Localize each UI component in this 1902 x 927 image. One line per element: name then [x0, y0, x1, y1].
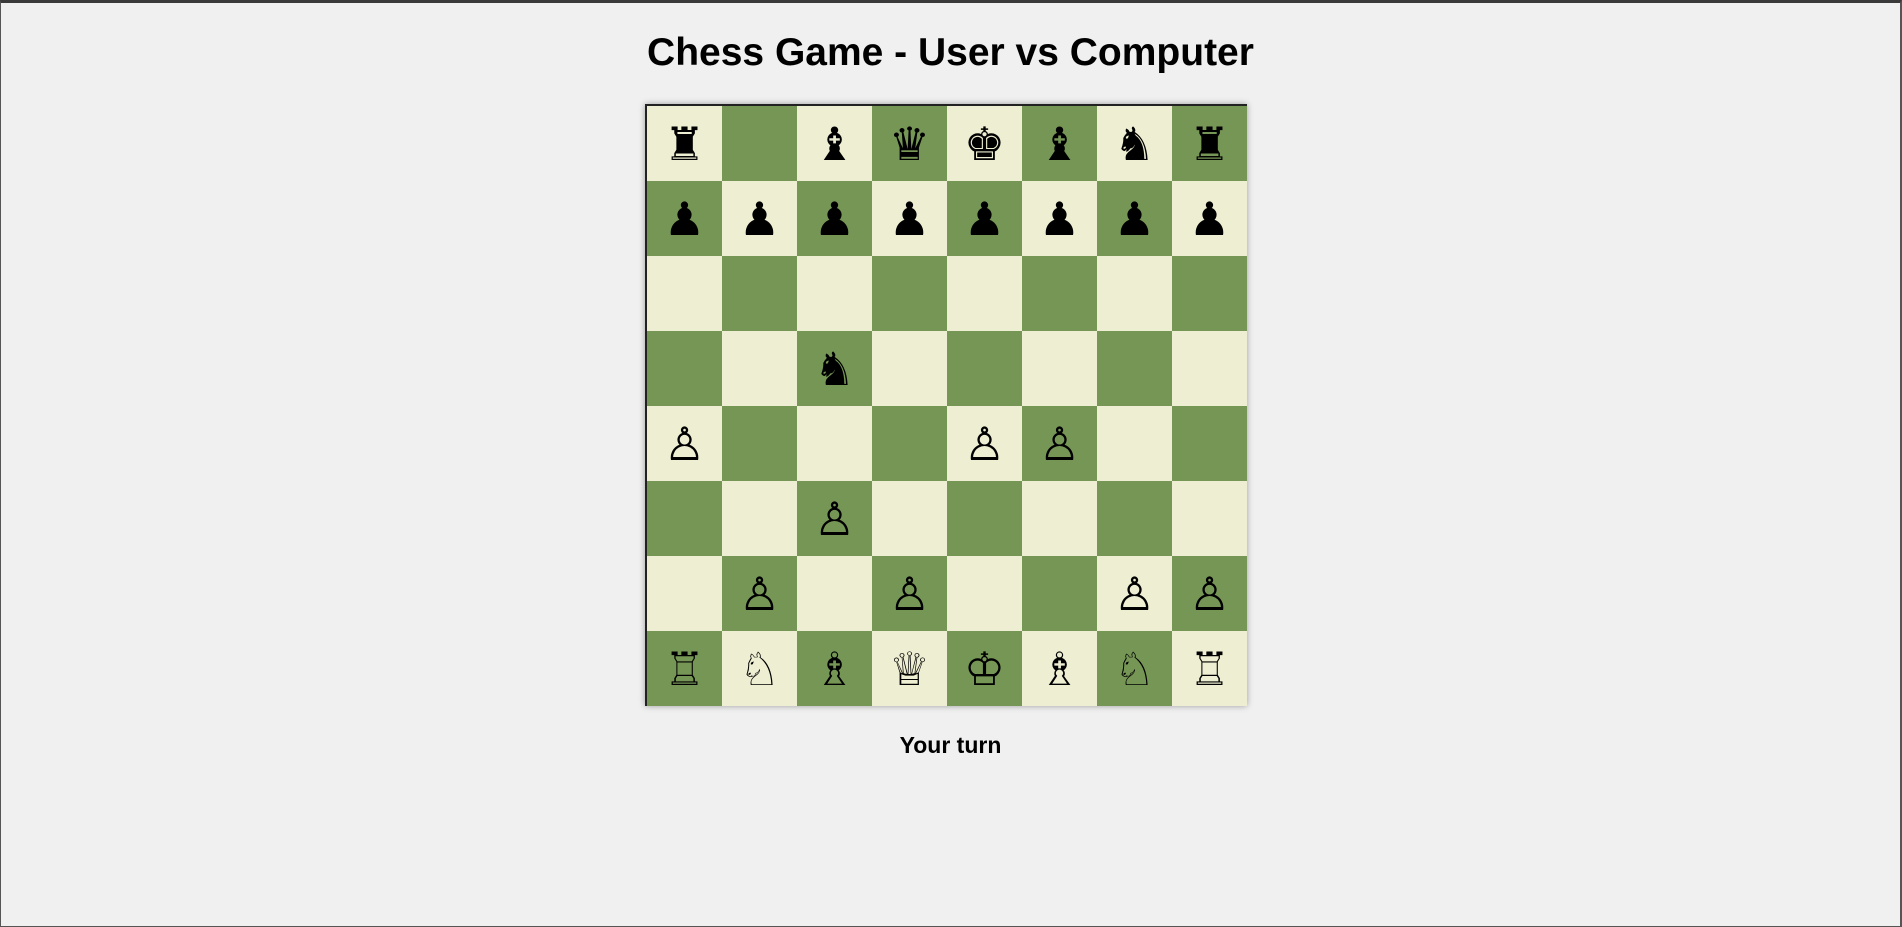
square-b5[interactable] — [722, 331, 797, 406]
square-a1-white-rook-icon[interactable]: ♖ — [647, 631, 722, 706]
square-f1-white-bishop-icon[interactable]: ♗ — [1022, 631, 1097, 706]
square-c8-black-bishop-icon[interactable]: ♝ — [797, 106, 872, 181]
square-f8-black-bishop-icon[interactable]: ♝ — [1022, 106, 1097, 181]
square-d8-black-queen-icon[interactable]: ♛ — [872, 106, 947, 181]
square-f2[interactable] — [1022, 556, 1097, 631]
square-b1-white-knight-icon[interactable]: ♘ — [722, 631, 797, 706]
square-a6[interactable] — [647, 256, 722, 331]
square-c3-white-pawn-icon[interactable]: ♙ — [797, 481, 872, 556]
square-e8-black-king-icon[interactable]: ♚ — [947, 106, 1022, 181]
square-h7-black-pawn-icon[interactable]: ♟ — [1172, 181, 1247, 256]
square-b4[interactable] — [722, 406, 797, 481]
square-d2-white-pawn-icon[interactable]: ♙ — [872, 556, 947, 631]
square-a8-black-rook-icon[interactable]: ♜ — [647, 106, 722, 181]
square-a5[interactable] — [647, 331, 722, 406]
square-e3[interactable] — [947, 481, 1022, 556]
square-d5[interactable] — [872, 331, 947, 406]
square-e2[interactable] — [947, 556, 1022, 631]
square-e7-black-pawn-icon[interactable]: ♟ — [947, 181, 1022, 256]
square-d4[interactable] — [872, 406, 947, 481]
square-a4-white-pawn-icon[interactable]: ♙ — [647, 406, 722, 481]
square-g3[interactable] — [1097, 481, 1172, 556]
square-d6[interactable] — [872, 256, 947, 331]
square-g2-white-pawn-icon[interactable]: ♙ — [1097, 556, 1172, 631]
square-b2-white-pawn-icon[interactable]: ♙ — [722, 556, 797, 631]
square-f4-white-pawn-icon[interactable]: ♙ — [1022, 406, 1097, 481]
square-f3[interactable] — [1022, 481, 1097, 556]
square-f7-black-pawn-icon[interactable]: ♟ — [1022, 181, 1097, 256]
square-b7-black-pawn-icon[interactable]: ♟ — [722, 181, 797, 256]
square-h1-white-rook-icon[interactable]: ♖ — [1172, 631, 1247, 706]
square-e4-white-pawn-icon[interactable]: ♙ — [947, 406, 1022, 481]
square-b3[interactable] — [722, 481, 797, 556]
square-g1-white-knight-icon[interactable]: ♘ — [1097, 631, 1172, 706]
square-g8-black-knight-icon[interactable]: ♞ — [1097, 106, 1172, 181]
square-c5-black-knight-icon[interactable]: ♞ — [797, 331, 872, 406]
square-d1-white-queen-icon[interactable]: ♕ — [872, 631, 947, 706]
square-b8[interactable] — [722, 106, 797, 181]
chess-board: ♜ ♝ ♛ ♚ ♝ ♞ ♜ ♟ ♟ ♟ ♟ ♟ ♟ ♟ ♟ ♞ ♙ ♙ ♙ ♙ ♙ ♙ ♙ ♙ ♖ ♘ ♗ ♕ ♔ ♗ ♘ ♖ — [645, 104, 1247, 706]
square-c1-white-bishop-icon[interactable]: ♗ — [797, 631, 872, 706]
square-a2[interactable] — [647, 556, 722, 631]
square-c4[interactable] — [797, 406, 872, 481]
square-a3[interactable] — [647, 481, 722, 556]
square-b6[interactable] — [722, 256, 797, 331]
square-e5[interactable] — [947, 331, 1022, 406]
square-h4[interactable] — [1172, 406, 1247, 481]
square-h5[interactable] — [1172, 331, 1247, 406]
square-h3[interactable] — [1172, 481, 1247, 556]
square-c6[interactable] — [797, 256, 872, 331]
square-d3[interactable] — [872, 481, 947, 556]
square-f6[interactable] — [1022, 256, 1097, 331]
square-a7-black-pawn-icon[interactable]: ♟ — [647, 181, 722, 256]
square-e6[interactable] — [947, 256, 1022, 331]
square-c2[interactable] — [797, 556, 872, 631]
page-title: Chess Game - User vs Computer — [647, 31, 1254, 74]
square-d7-black-pawn-icon[interactable]: ♟ — [872, 181, 947, 256]
square-g6[interactable] — [1097, 256, 1172, 331]
square-c7-black-pawn-icon[interactable]: ♟ — [797, 181, 872, 256]
square-g5[interactable] — [1097, 331, 1172, 406]
square-h6[interactable] — [1172, 256, 1247, 331]
square-h2-white-pawn-icon[interactable]: ♙ — [1172, 556, 1247, 631]
square-h8-black-rook-icon[interactable]: ♜ — [1172, 106, 1247, 181]
square-g7-black-pawn-icon[interactable]: ♟ — [1097, 181, 1172, 256]
square-f5[interactable] — [1022, 331, 1097, 406]
square-e1-white-king-icon[interactable]: ♔ — [947, 631, 1022, 706]
status-text: Your turn — [899, 732, 1002, 758]
square-g4[interactable] — [1097, 406, 1172, 481]
